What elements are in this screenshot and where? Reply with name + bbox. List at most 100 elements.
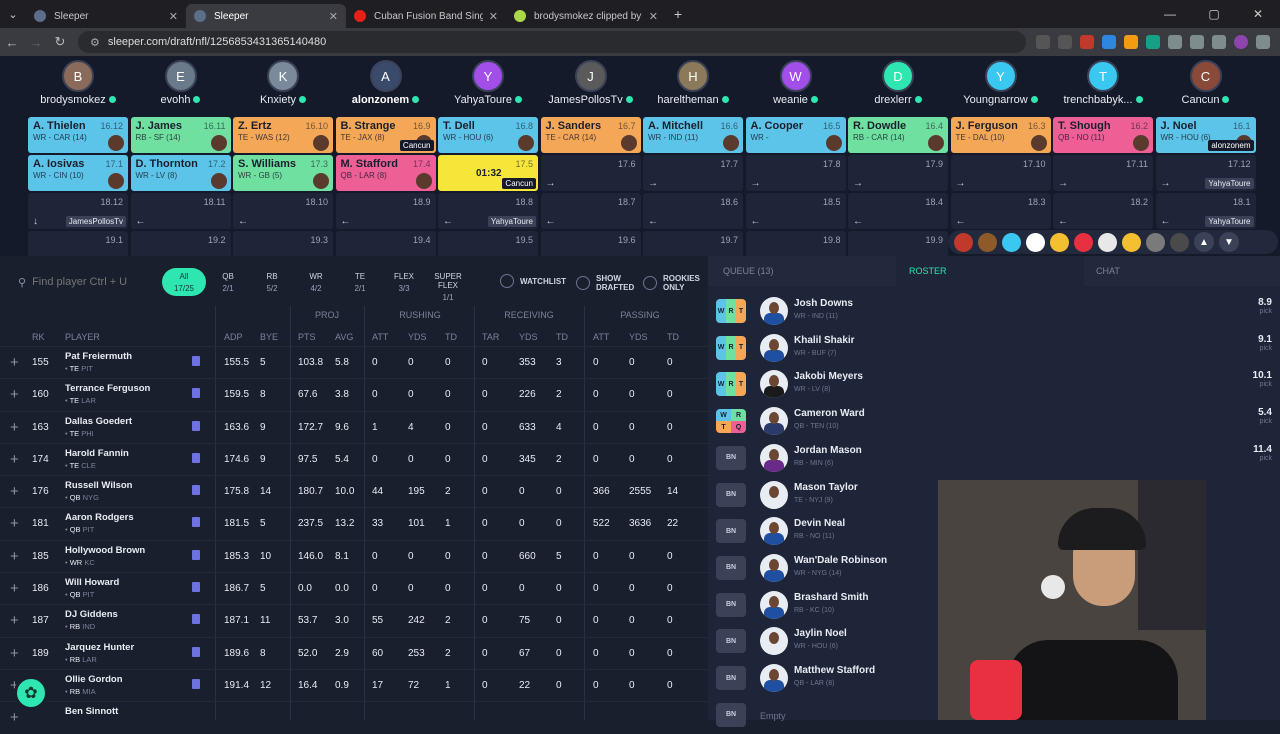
empty-pick-slot[interactable]: 18.4 ← — [848, 193, 948, 229]
empty-pick-slot[interactable]: 18.3 ← — [950, 193, 1051, 229]
site-info-icon[interactable]: ⚙ — [90, 36, 100, 49]
close-tab-icon[interactable]: ✕ — [649, 10, 658, 23]
drafter-9[interactable]: Ddrexlerr — [848, 60, 948, 106]
tab-queue[interactable]: QUEUE (13) — [723, 266, 774, 276]
emoji-reaction-icon[interactable] — [1050, 232, 1069, 252]
maximize-icon[interactable]: ▢ — [1192, 7, 1236, 21]
add-to-queue-icon[interactable]: + — [10, 645, 19, 662]
roster-slot[interactable]: W R T Q Cameron Ward QB - TEN (10) 5.4 pick — [716, 404, 1272, 440]
rookies-only-toggle[interactable]: ROOKIES ONLY — [643, 274, 700, 292]
emoji-reaction-icon[interactable] — [1074, 232, 1093, 252]
roster-player-name[interactable]: Josh Downs — [794, 298, 853, 309]
table-row[interactable]: +185 Hollywood Brown • WR KC 185.3 10 146.0 8.… — [0, 539, 708, 572]
empty-pick-slot[interactable]: 19.1 — [28, 231, 128, 256]
empty-pick-slot[interactable]: 17.9 → — [848, 155, 948, 191]
emoji-reaction-icon[interactable] — [1170, 232, 1189, 252]
pass-yds-header[interactable]: YDS — [629, 332, 648, 342]
player-name[interactable]: Harold Fannin — [65, 448, 129, 459]
player-name[interactable]: DJ Giddens — [65, 609, 118, 620]
empty-pick-slot[interactable]: 17.10 → — [950, 155, 1051, 191]
empty-pick-slot[interactable]: 17.11 → — [1053, 155, 1153, 191]
more-icon[interactable] — [1256, 35, 1270, 49]
tab-search-icon[interactable]: ⌄ — [0, 0, 26, 28]
roster-slot[interactable]: BN Jordan Mason RB - MIN (6) 11.4 pick — [716, 441, 1272, 477]
add-to-queue-icon[interactable]: + — [10, 580, 19, 597]
rk-header[interactable]: RK — [32, 332, 45, 342]
add-to-queue-icon[interactable]: + — [10, 451, 19, 468]
drafted-pick[interactable]: A. Cooper 16.5 WR - — [745, 117, 846, 153]
player-news-icon[interactable] — [192, 420, 200, 431]
tab-roster[interactable]: ROSTER — [909, 266, 947, 276]
table-row[interactable]: +163 Dallas Goedert • TE PHI 163.6 9 172.7 9.6… — [0, 410, 708, 443]
url-field[interactable]: ⚙ sleeper.com/draft/nfl/1256853431365140… — [78, 31, 1026, 53]
player-name[interactable]: Dallas Goedert — [65, 416, 132, 427]
emoji-reaction-icon[interactable] — [1002, 232, 1021, 252]
table-row[interactable]: +176 Russell Wilson • QB NYG 175.8 14 180.7 10… — [0, 475, 708, 507]
roster-player-name[interactable]: Jaylin Noel — [794, 628, 847, 639]
back-icon[interactable]: ← — [0, 35, 24, 50]
new-tab-icon[interactable]: + — [666, 6, 690, 22]
rush-td-header[interactable]: TD — [445, 332, 457, 342]
empty-pick-slot[interactable]: 18.11 ← — [130, 193, 231, 229]
player-news-icon[interactable] — [192, 582, 200, 593]
player-name[interactable]: Ollie Gordon — [65, 674, 123, 685]
filter-rb[interactable]: RB 5/2 — [250, 268, 294, 296]
empty-pick-slot[interactable]: 19.8 — [745, 231, 846, 256]
filter-wr[interactable]: WR 4/2 — [294, 268, 338, 296]
table-row[interactable]: +186 Will Howard • QB PIT 186.7 5 0.0 0.0 0 0 0 0 0… — [0, 572, 708, 604]
browser-tab[interactable]: Sleeper ✕ — [186, 4, 346, 28]
close-window-icon[interactable]: ✕ — [1236, 7, 1280, 21]
player-news-icon[interactable] — [192, 678, 200, 689]
watchlist-toggle[interactable]: WATCHLIST — [500, 274, 566, 288]
roster-slot[interactable]: W R T Josh Downs WR - IND (11) 8.9 pick — [716, 294, 1272, 330]
drafted-pick[interactable]: J. Noel 16.1 WR - HOU (6) alonzonem — [1155, 117, 1256, 153]
empty-pick-slot[interactable]: 18.7 ← — [540, 193, 641, 229]
player-news-icon[interactable] — [192, 485, 200, 496]
empty-pick-slot[interactable]: 19.7 — [643, 231, 743, 256]
roster-player-name[interactable]: Matthew Stafford — [794, 665, 875, 676]
browser-tab[interactable]: Sleeper ✕ — [26, 4, 186, 28]
emoji-reaction-icon[interactable] — [954, 232, 973, 252]
avg-header[interactable]: AVG — [335, 332, 353, 342]
player-name[interactable]: Will Howard — [65, 577, 119, 588]
empty-pick-slot[interactable]: 18.12 ↓ JamesPollosTv — [28, 193, 128, 229]
roster-player-name[interactable]: Devin Neal — [794, 518, 845, 529]
emoji-reaction-icon[interactable] — [1098, 232, 1117, 252]
empty-pick-slot[interactable]: 17.6 → — [540, 155, 641, 191]
player-news-icon[interactable] — [192, 452, 200, 463]
emoji-reaction-icon[interactable] — [978, 232, 997, 252]
table-row[interactable]: +160 Terrance Ferguson • TE LAR 159.5 8 67.6 3… — [0, 378, 708, 410]
pts-header[interactable]: PTS — [298, 332, 316, 342]
drafted-pick[interactable]: Z. Ertz 16.10 TE - WAS (12) — [233, 117, 333, 153]
drafted-pick[interactable]: M. Stafford 17.4 QB - LAR (8) — [335, 155, 436, 191]
drafter-6[interactable]: J JamesPollosTv — [541, 60, 641, 106]
table-row[interactable]: +181 Aaron Rodgers • QB PIT 181.5 5 237.5 13.2… — [0, 507, 708, 539]
empty-pick-slot[interactable]: 19.2 — [130, 231, 231, 256]
empty-pick-slot[interactable]: 19.5 — [438, 231, 538, 256]
drafter-8[interactable]: Wweanie — [746, 60, 846, 106]
table-row[interactable]: +189 Jarquez Hunter • RB LAR 189.6 8 52.0 2.9 6… — [0, 636, 708, 669]
drafter-3[interactable]: K Knxiety — [233, 60, 333, 106]
emoji-reaction-icon[interactable] — [1026, 232, 1045, 252]
player-name[interactable]: Pat Freiermuth — [65, 351, 132, 362]
roster-player-name[interactable]: Wan'Dale Robinson — [794, 555, 887, 566]
menu-icon[interactable] — [1212, 35, 1226, 49]
roster-slot[interactable]: W R T Jakobi Meyers WR - LV (8) 10.1 pick — [716, 367, 1272, 403]
player-news-icon[interactable] — [192, 517, 200, 528]
drafter-11[interactable]: Ttrenchbabyk... — [1053, 60, 1153, 106]
table-row[interactable]: +187 DJ Giddens • RB IND 187.1 11 53.7 3.0 55 24… — [0, 604, 708, 636]
player-news-icon[interactable] — [192, 356, 200, 366]
pass-td-header[interactable]: TD — [667, 332, 679, 342]
player-news-icon[interactable] — [192, 388, 200, 399]
empty-pick-slot[interactable]: 18.5 ← — [745, 193, 846, 229]
on-the-clock-slot[interactable]: 17.5 01:32 Cancun — [438, 155, 538, 191]
filter-qb[interactable]: QB 2/1 — [206, 268, 250, 296]
extension-icon[interactable] — [1168, 35, 1182, 49]
extension-icon[interactable] — [1080, 35, 1094, 49]
player-header[interactable]: PLAYER — [65, 332, 100, 342]
drafted-pick[interactable]: R. Dowdle 16.4 RB - CAR (14) — [848, 117, 948, 153]
drafter-4[interactable]: Aalonzonem — [336, 60, 436, 106]
scroll-up-icon[interactable]: ▲ — [1194, 232, 1214, 252]
add-to-queue-icon[interactable]: + — [10, 354, 19, 371]
show-drafted-toggle[interactable]: SHOW DRAFTED — [576, 274, 634, 292]
